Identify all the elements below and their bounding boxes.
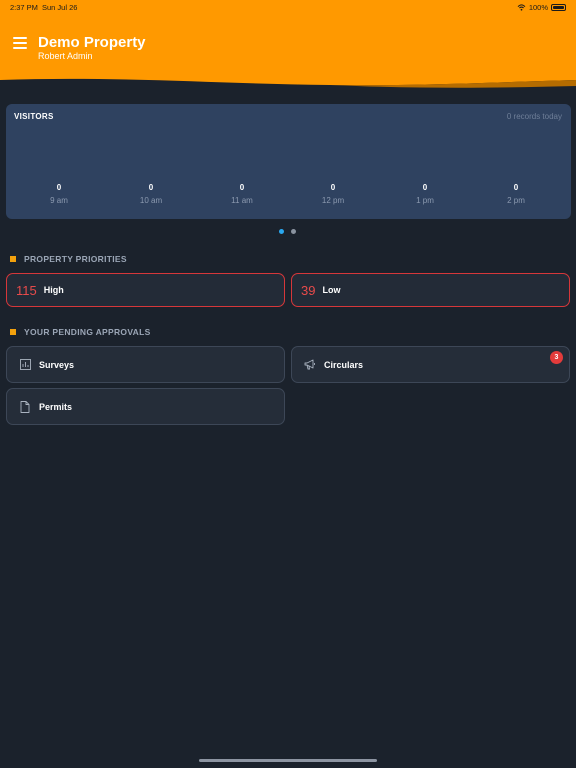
battery-percent: 100% [528,3,548,12]
priority-count: 115 [16,282,37,298]
hour-value: 0 [330,183,336,192]
document-icon [19,400,31,413]
surveys-button[interactable]: Surveys [6,346,285,383]
status-bar: 2:37 PM Sun Jul 26 100% [0,3,576,15]
header: 2:37 PM Sun Jul 26 100% Demo Property Ro… [0,0,576,90]
approvals-title: YOUR PENDING APPROVALS [24,327,151,337]
megaphone-icon [304,359,316,371]
priority-label: High [43,285,64,295]
hour-column: 0 10 am [131,183,171,205]
permits-button[interactable]: Permits [6,388,285,425]
page-indicator[interactable] [279,229,296,234]
page-dot-active[interactable] [279,229,284,234]
hour-column: 0 1 pm [405,183,445,205]
permits-label: Permits [39,401,73,412]
hour-label: 1 pm [416,196,434,205]
section-marker-icon [10,329,16,335]
hour-label: 11 am [231,196,253,205]
hour-column: 0 11 am [222,183,262,205]
visitors-card[interactable]: VISITORS 0 records today 0 9 am 0 10 am … [6,104,571,219]
surveys-label: Surveys [39,359,75,370]
priority-high-card[interactable]: 115 High [6,273,285,307]
hour-label: 2 pm [507,196,525,205]
hour-value: 0 [422,183,428,192]
visitors-title: VISITORS [14,112,54,121]
battery-icon [551,4,566,11]
hour-label: 9 am [50,196,68,205]
visitors-records-count: 0 records today [506,112,562,121]
status-right: 100% [517,3,566,12]
user-name: Robert Admin [38,51,93,61]
wifi-icon [517,4,526,11]
approvals-section-header: YOUR PENDING APPROVALS [10,327,151,337]
hour-column: 0 2 pm [496,183,536,205]
priorities-section-header: PROPERTY PRIORITIES [10,254,127,264]
hour-value: 0 [513,183,519,192]
circulars-button[interactable]: Circulars 3 [291,346,570,383]
hour-label: 12 pm [321,196,345,205]
hour-column: 0 12 pm [313,183,353,205]
priority-low-card[interactable]: 39 Low [291,273,570,307]
section-marker-icon [10,256,16,262]
hour-value: 0 [239,183,245,192]
chart-icon [19,359,31,371]
circulars-label: Circulars [324,359,364,370]
home-indicator[interactable] [199,759,377,762]
page-title: Demo Property [38,34,146,51]
priority-label: Low [322,285,341,295]
status-time: 2:37 PM [10,3,38,12]
hour-label: 10 am [139,196,163,205]
notification-badge: 3 [550,351,563,364]
hour-value: 0 [56,183,62,192]
page-dot[interactable] [291,229,296,234]
priority-count: 39 [301,282,316,298]
priorities-title: PROPERTY PRIORITIES [24,254,127,264]
dashboard-screen: 2:37 PM Sun Jul 26 100% Demo Property Ro… [0,0,576,768]
status-date: Sun Jul 26 [42,3,78,12]
hour-value: 0 [148,183,154,192]
hour-column: 0 9 am [39,183,79,205]
menu-icon[interactable] [13,37,27,49]
